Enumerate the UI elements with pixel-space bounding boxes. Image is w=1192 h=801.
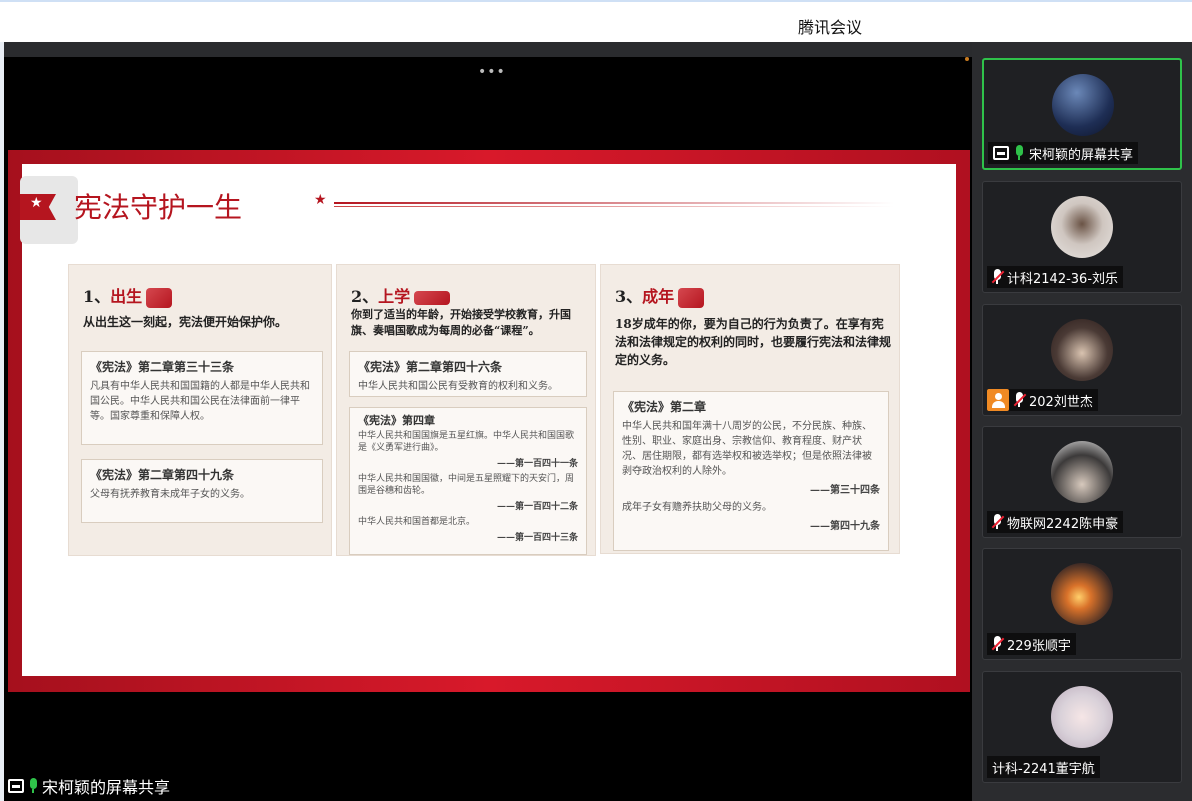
recording-indicator-dot: [965, 57, 969, 61]
participant-name: 计科2142-36-刘乐: [1007, 271, 1119, 287]
mic-muted-icon: [992, 636, 1002, 652]
stage-top-strip: [4, 42, 972, 57]
participant-name: 物联网2242陈申豪: [1007, 516, 1119, 532]
participant-name-bar: 宋柯颖的屏幕共享: [988, 142, 1139, 164]
screen-share-icon: [8, 779, 24, 793]
mic-muted-icon: [1014, 392, 1024, 408]
title-bar: 腾讯会议: [0, 0, 1192, 42]
more-options-icon[interactable]: •••: [478, 64, 506, 80]
rule-line: [334, 202, 894, 204]
section-school: 2、上学 你到了适当的年龄，开始接受学校教育，升国旗、奏唱国歌成为每周的必备“课…: [336, 264, 596, 556]
participant-tile[interactable]: 计科2142-36-刘乐: [982, 181, 1182, 293]
participant-name-bar: 计科-2241董宇航: [987, 756, 1100, 778]
person-desk-icon: [678, 287, 705, 308]
article-body: 中华人民共和国国旗是五星红旗。中华人民共和国国歌是《义勇军进行曲》。: [358, 431, 575, 453]
participant-name: 计科-2241董宇航: [992, 761, 1095, 777]
article-box: 《宪法》第二章第四十九条 父母有抚养教育未成年子女的义务。: [81, 459, 323, 523]
hands-heart-icon: [146, 287, 173, 308]
rule-line-thin: [334, 206, 894, 207]
avatar: [1051, 441, 1113, 503]
avatar: [1051, 563, 1113, 625]
section-title: 上学: [378, 287, 411, 306]
article-body: 中华人民共和国国徽，中间是五星照耀下的天安门，周围是谷穗和齿轮。: [358, 474, 575, 496]
participant-tile[interactable]: 宋柯颖的屏幕共享: [982, 58, 1182, 170]
star-ribbon-icon: ★: [20, 194, 56, 220]
article-body: 凡具有中华人民共和国国籍的人都是中华人民共和国公民。中华人民共和国公民在法律面前…: [90, 381, 310, 422]
section-heading: 2、上学: [351, 283, 451, 307]
participant-name: 229张顺宇: [1007, 638, 1071, 654]
article-title: 《宪法》第二章第三十三条: [90, 360, 235, 374]
article-ref: ——第一百四十一条: [496, 459, 578, 469]
section-title: 出生: [110, 287, 143, 306]
mic-muted-icon: [992, 269, 1002, 285]
section-adult: 3、成年 18岁成年的你，要为自己的行为负责了。在享有宪法和法律规定的权利的同时…: [600, 264, 900, 554]
article-body: 中华人民共和国首都是北京。: [358, 517, 476, 527]
article-title: 《宪法》第二章第四十六条: [358, 360, 503, 374]
app-title: 腾讯会议: [798, 18, 863, 37]
article-ref: ——第一百四十三条: [496, 533, 578, 543]
screen-share-icon: [993, 146, 1009, 160]
star-icon: ★: [314, 192, 327, 208]
section-number: 3、: [615, 287, 643, 306]
screen-share-label: 宋柯颖的屏幕共享: [4, 774, 175, 798]
article-box: 《宪法》第二章 中华人民共和国年满十八周岁的公民，不分民族、种族、性别、职业、家…: [613, 391, 889, 551]
article-body: 父母有抚养教育未成年子女的义务。: [90, 489, 250, 500]
section-intro: 从出生这一刻起，宪法便开始保护你。: [83, 315, 288, 329]
section-title: 成年: [642, 287, 675, 306]
article-ref: ——第四十九条: [810, 521, 880, 532]
shared-screen-area: ••• ★ 宪法守护一生 ★ 1、出生 从出生这一刻起，宪法便开始保护你。 《宪…: [4, 42, 972, 801]
section-heading: 3、成年: [615, 283, 705, 308]
section-number: 2、: [351, 287, 379, 306]
title-rule: ★: [314, 192, 904, 210]
mic-on-icon: [28, 778, 38, 794]
participant-tile[interactable]: 202刘世杰: [982, 304, 1182, 416]
article-title: 《宪法》第四章: [358, 414, 435, 427]
participant-name: 宋柯颖的屏幕共享: [1029, 147, 1134, 163]
avatar: [1051, 686, 1113, 748]
meeting-window: 腾讯会议 ••• ★ 宪法守护一生 ★ 1、出生 从出生这一刻起，宪法便开始保护…: [0, 0, 1192, 801]
avatar: [1051, 196, 1113, 258]
participant-name: 202刘世杰: [1029, 394, 1093, 410]
avatar: [1051, 319, 1113, 381]
participant-name-bar: 229张顺宇: [987, 633, 1076, 655]
article-body: 成年子女有赡养扶助父母的义务。: [622, 502, 772, 513]
section-heading: 1、出生: [83, 283, 173, 308]
participant-tile[interactable]: 物联网2242陈申豪: [982, 426, 1182, 538]
participant-sidebar: 宋柯颖的屏幕共享 计科2142-36-刘乐 202刘世杰 物联网2242陈申豪: [972, 42, 1192, 801]
building-icon: [414, 290, 451, 305]
avatar: [1052, 74, 1114, 136]
slide-badge: ★: [20, 176, 78, 244]
participant-name-bar: 计科2142-36-刘乐: [987, 266, 1124, 288]
participant-name-bar: 物联网2242陈申豪: [987, 511, 1124, 533]
section-number: 1、: [83, 287, 111, 306]
article-body: 中华人民共和国年满十八周岁的公民，不分民族、种族、性别、职业、家庭出身、宗教信仰…: [622, 421, 872, 477]
participant-tile[interactable]: 计科-2241董宇航: [982, 671, 1182, 783]
article-box: 《宪法》第四章 中华人民共和国国旗是五星红旗。中华人民共和国国歌是《义勇军进行曲…: [349, 407, 587, 555]
article-body: 中华人民共和国公民有受教育的权利和义务。: [358, 381, 558, 392]
article-ref: ——第三十四条: [810, 485, 880, 496]
section-birth: 1、出生 从出生这一刻起，宪法便开始保护你。 《宪法》第二章第三十三条 凡具有中…: [68, 264, 332, 556]
article-ref: ——第一百四十二条: [496, 502, 578, 512]
article-title: 《宪法》第二章第四十九条: [90, 468, 235, 482]
mic-on-icon: [1014, 145, 1024, 161]
section-intro: 你到了适当的年龄，开始接受学校教育，升国旗、奏唱国歌成为每周的必备“课程”。: [351, 308, 571, 337]
mic-muted-icon: [992, 514, 1002, 530]
screen-share-name: 宋柯颖的屏幕共享: [42, 778, 171, 797]
slide-content: ★ 宪法守护一生 ★ 1、出生 从出生这一刻起，宪法便开始保护你。 《宪法》第二…: [20, 164, 956, 676]
person-icon: [987, 389, 1009, 411]
article-box: 《宪法》第二章第四十六条 中华人民共和国公民有受教育的权利和义务。: [349, 351, 587, 397]
slide-title: 宪法守护一生: [74, 191, 243, 224]
participant-tile[interactable]: 229张顺宇: [982, 548, 1182, 660]
participant-name-bar: 202刘世杰: [987, 389, 1098, 411]
section-intro: 18岁成年的你，要为自己的行为负责了。在享有宪法和法律规定的权利的同时，也要履行…: [615, 317, 892, 367]
presentation-slide: ★ 宪法守护一生 ★ 1、出生 从出生这一刻起，宪法便开始保护你。 《宪法》第二…: [8, 150, 970, 692]
article-box: 《宪法》第二章第三十三条 凡具有中华人民共和国国籍的人都是中华人民共和国公民。中…: [81, 351, 323, 445]
article-title: 《宪法》第二章: [622, 400, 707, 414]
